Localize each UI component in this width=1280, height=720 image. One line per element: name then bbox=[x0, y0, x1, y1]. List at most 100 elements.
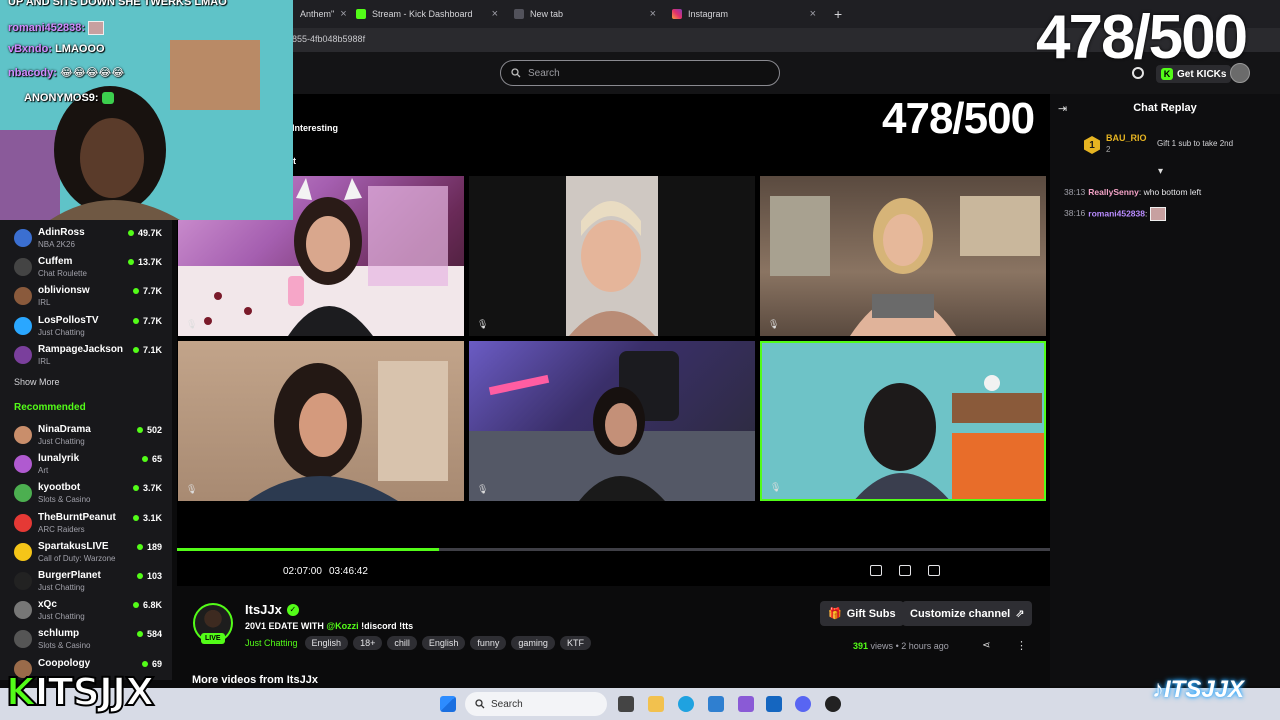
sidebar-channel[interactable]: NinaDrama Just Chatting 502 bbox=[0, 422, 172, 450]
title-mention[interactable]: @Kozzi bbox=[326, 621, 358, 631]
sidebar-channel-category: Just Chatting bbox=[38, 612, 85, 622]
live-dot-icon bbox=[132, 346, 139, 353]
sidebar-channel[interactable]: oblivionsw IRL 7.7K bbox=[0, 283, 172, 311]
stream-title: 20V1 EDATE WITH @Kozzi !discord !tts bbox=[245, 621, 413, 631]
video-tile: 🎙 bbox=[178, 341, 464, 501]
sidebar-channel[interactable]: SpartakusLIVE Call of Duty: Warzone 189 bbox=[0, 539, 172, 567]
channel-avatar bbox=[14, 542, 32, 561]
live-dot-icon bbox=[132, 602, 139, 609]
sidebar-channel[interactable]: lunalyrik Art 65 bbox=[0, 451, 172, 479]
customize-channel-button[interactable]: Customize channel ⇗ bbox=[902, 601, 1033, 626]
mic-icon: 🎙 bbox=[186, 484, 198, 494]
miniplayer-icon[interactable] bbox=[870, 565, 882, 576]
video-tile: 🎙 bbox=[469, 341, 755, 501]
live-dot-icon bbox=[127, 230, 134, 236]
viewer-count-value: 13.7K bbox=[137, 257, 162, 268]
chevron-down-icon[interactable]: ▾ bbox=[1158, 166, 1163, 177]
viewer-count-value: 49.7K bbox=[137, 228, 162, 238]
tag-pill[interactable]: KTF bbox=[559, 636, 591, 650]
tag-pill[interactable]: gaming bbox=[511, 636, 555, 650]
sidebar-channel[interactable]: Cuffem Chat Roulette 13.7K bbox=[0, 254, 172, 282]
gift-subs-label: Gift Subs bbox=[846, 607, 896, 620]
sidebar-channel-category: Slots & Casino bbox=[38, 495, 91, 505]
file-explorer-icon[interactable] bbox=[648, 696, 664, 712]
sidebar-channel-name: AdinRoss bbox=[38, 227, 85, 238]
channel-avatar bbox=[14, 258, 32, 277]
sidebar-channel-category: Call of Duty: Warzone bbox=[38, 553, 116, 563]
sidebar-channel[interactable]: kyootbot Slots & Casino 3.7K bbox=[0, 480, 172, 508]
progress-bar[interactable] bbox=[177, 548, 1050, 551]
progress-fill bbox=[177, 548, 439, 551]
sidebar-channel[interactable]: TheBurntPeanut ARC Raiders 3.1K bbox=[0, 510, 172, 538]
task-view-icon[interactable] bbox=[618, 696, 634, 712]
pinned-gifter[interactable]: 1 BAU_RIO 2 Gift 1 sub to take 2nd bbox=[1084, 133, 1274, 160]
video-player[interactable] bbox=[177, 94, 1050, 586]
new-tab-button[interactable]: + bbox=[826, 3, 850, 25]
channel-avatar bbox=[14, 572, 32, 590]
tab-kick-dashboard[interactable]: Stream - Kick Dashboard × bbox=[348, 3, 506, 25]
search-icon bbox=[511, 68, 521, 78]
sidebar-channel[interactable]: xQc Just Chatting 6.8K bbox=[0, 597, 172, 625]
tab-instagram[interactable]: Instagram × bbox=[664, 3, 824, 25]
tab-new-tab[interactable]: New tab × bbox=[506, 3, 664, 25]
sidebar-channel-name: NinaDrama bbox=[38, 424, 91, 435]
overlay-chat-line: romani452838: bbox=[8, 21, 105, 35]
sidebar-channel-category: IRL bbox=[38, 298, 51, 308]
sidebar-channel[interactable]: BurgerPlanet Just Chatting 103 bbox=[0, 568, 172, 596]
sidebar-channel-category: Just Chatting bbox=[38, 437, 85, 446]
category-link[interactable]: Just Chatting bbox=[245, 638, 298, 648]
store-icon[interactable] bbox=[766, 696, 782, 712]
tag-pill[interactable]: English bbox=[304, 636, 349, 650]
more-options-icon[interactable]: ⋮ bbox=[1016, 639, 1027, 652]
sidebar-channel[interactable]: schlump Slots & Casino 584 bbox=[0, 626, 172, 654]
tab-anthem[interactable]: Anthem" × bbox=[292, 3, 348, 25]
windows-start-icon[interactable] bbox=[440, 696, 456, 712]
close-icon[interactable]: × bbox=[650, 8, 656, 20]
close-icon[interactable]: × bbox=[340, 8, 346, 20]
app-icon[interactable] bbox=[738, 696, 754, 712]
sidebar-channel[interactable]: RampageJackson IRL 7.1K bbox=[0, 342, 172, 370]
person-image bbox=[248, 361, 448, 501]
channel-avatar bbox=[14, 426, 32, 444]
live-dot-icon bbox=[132, 288, 139, 295]
live-dot-icon bbox=[132, 485, 139, 492]
channel-name[interactable]: ItsJJx bbox=[245, 602, 282, 617]
close-icon[interactable]: × bbox=[810, 8, 816, 20]
viewer-count: 3.1K bbox=[132, 513, 162, 523]
theater-mode-icon[interactable] bbox=[899, 565, 911, 576]
goal-counter-overlay: 478/500 bbox=[1036, 3, 1248, 72]
sidebar-channel[interactable]: LosPollosTV Just Chatting 7.7K bbox=[0, 313, 172, 341]
clip-icon[interactable] bbox=[928, 565, 940, 576]
message-time: 38:16 bbox=[1064, 208, 1086, 219]
viewer-count: 502 bbox=[136, 425, 162, 435]
message-user[interactable]: ReallySenny bbox=[1088, 187, 1139, 197]
tag-pill[interactable]: chill bbox=[387, 636, 417, 650]
share-icon[interactable]: ⋖ bbox=[982, 640, 990, 651]
mic-icon: 🎙 bbox=[186, 319, 198, 329]
viewer-count: 49.7K bbox=[127, 228, 162, 238]
edge-icon[interactable] bbox=[678, 696, 694, 712]
taskbar-search[interactable]: Search bbox=[465, 692, 607, 716]
gift-icon: 🎁 bbox=[828, 608, 842, 620]
video-tile-active: 🎙 bbox=[760, 341, 1046, 501]
sidebar-channel[interactable]: AdinRoss NBA 2K26 49.7K bbox=[0, 225, 172, 253]
app-icon[interactable] bbox=[708, 696, 724, 712]
sidebar-channel-category: IRL bbox=[38, 356, 51, 366]
message-user[interactable]: romani452838 bbox=[1088, 208, 1145, 218]
chat-panel: ⇥ Chat Replay 1 BAU_RIO 2 Gift 1 sub to … bbox=[1050, 94, 1280, 686]
gift-subs-button[interactable]: 🎁 Gift Subs bbox=[820, 601, 904, 626]
live-dot-icon bbox=[136, 543, 143, 550]
search-input[interactable]: Search bbox=[500, 60, 780, 86]
tag-pill[interactable]: 18+ bbox=[353, 636, 383, 650]
tag-pill[interactable]: English bbox=[421, 636, 466, 650]
obs-icon[interactable] bbox=[825, 696, 841, 712]
channel-name-row[interactable]: ItsJJx ✓ bbox=[245, 602, 299, 617]
close-icon[interactable]: × bbox=[492, 8, 498, 20]
video-tile: 🎙 bbox=[760, 176, 1046, 336]
show-more-link[interactable]: Show More bbox=[14, 377, 60, 387]
tag-pill[interactable]: funny bbox=[470, 636, 507, 650]
discord-icon[interactable] bbox=[795, 696, 811, 712]
person-image bbox=[566, 176, 658, 336]
overlay-chat-user: nbacody: bbox=[8, 67, 57, 79]
viewer-count: 7.7K bbox=[132, 286, 162, 296]
